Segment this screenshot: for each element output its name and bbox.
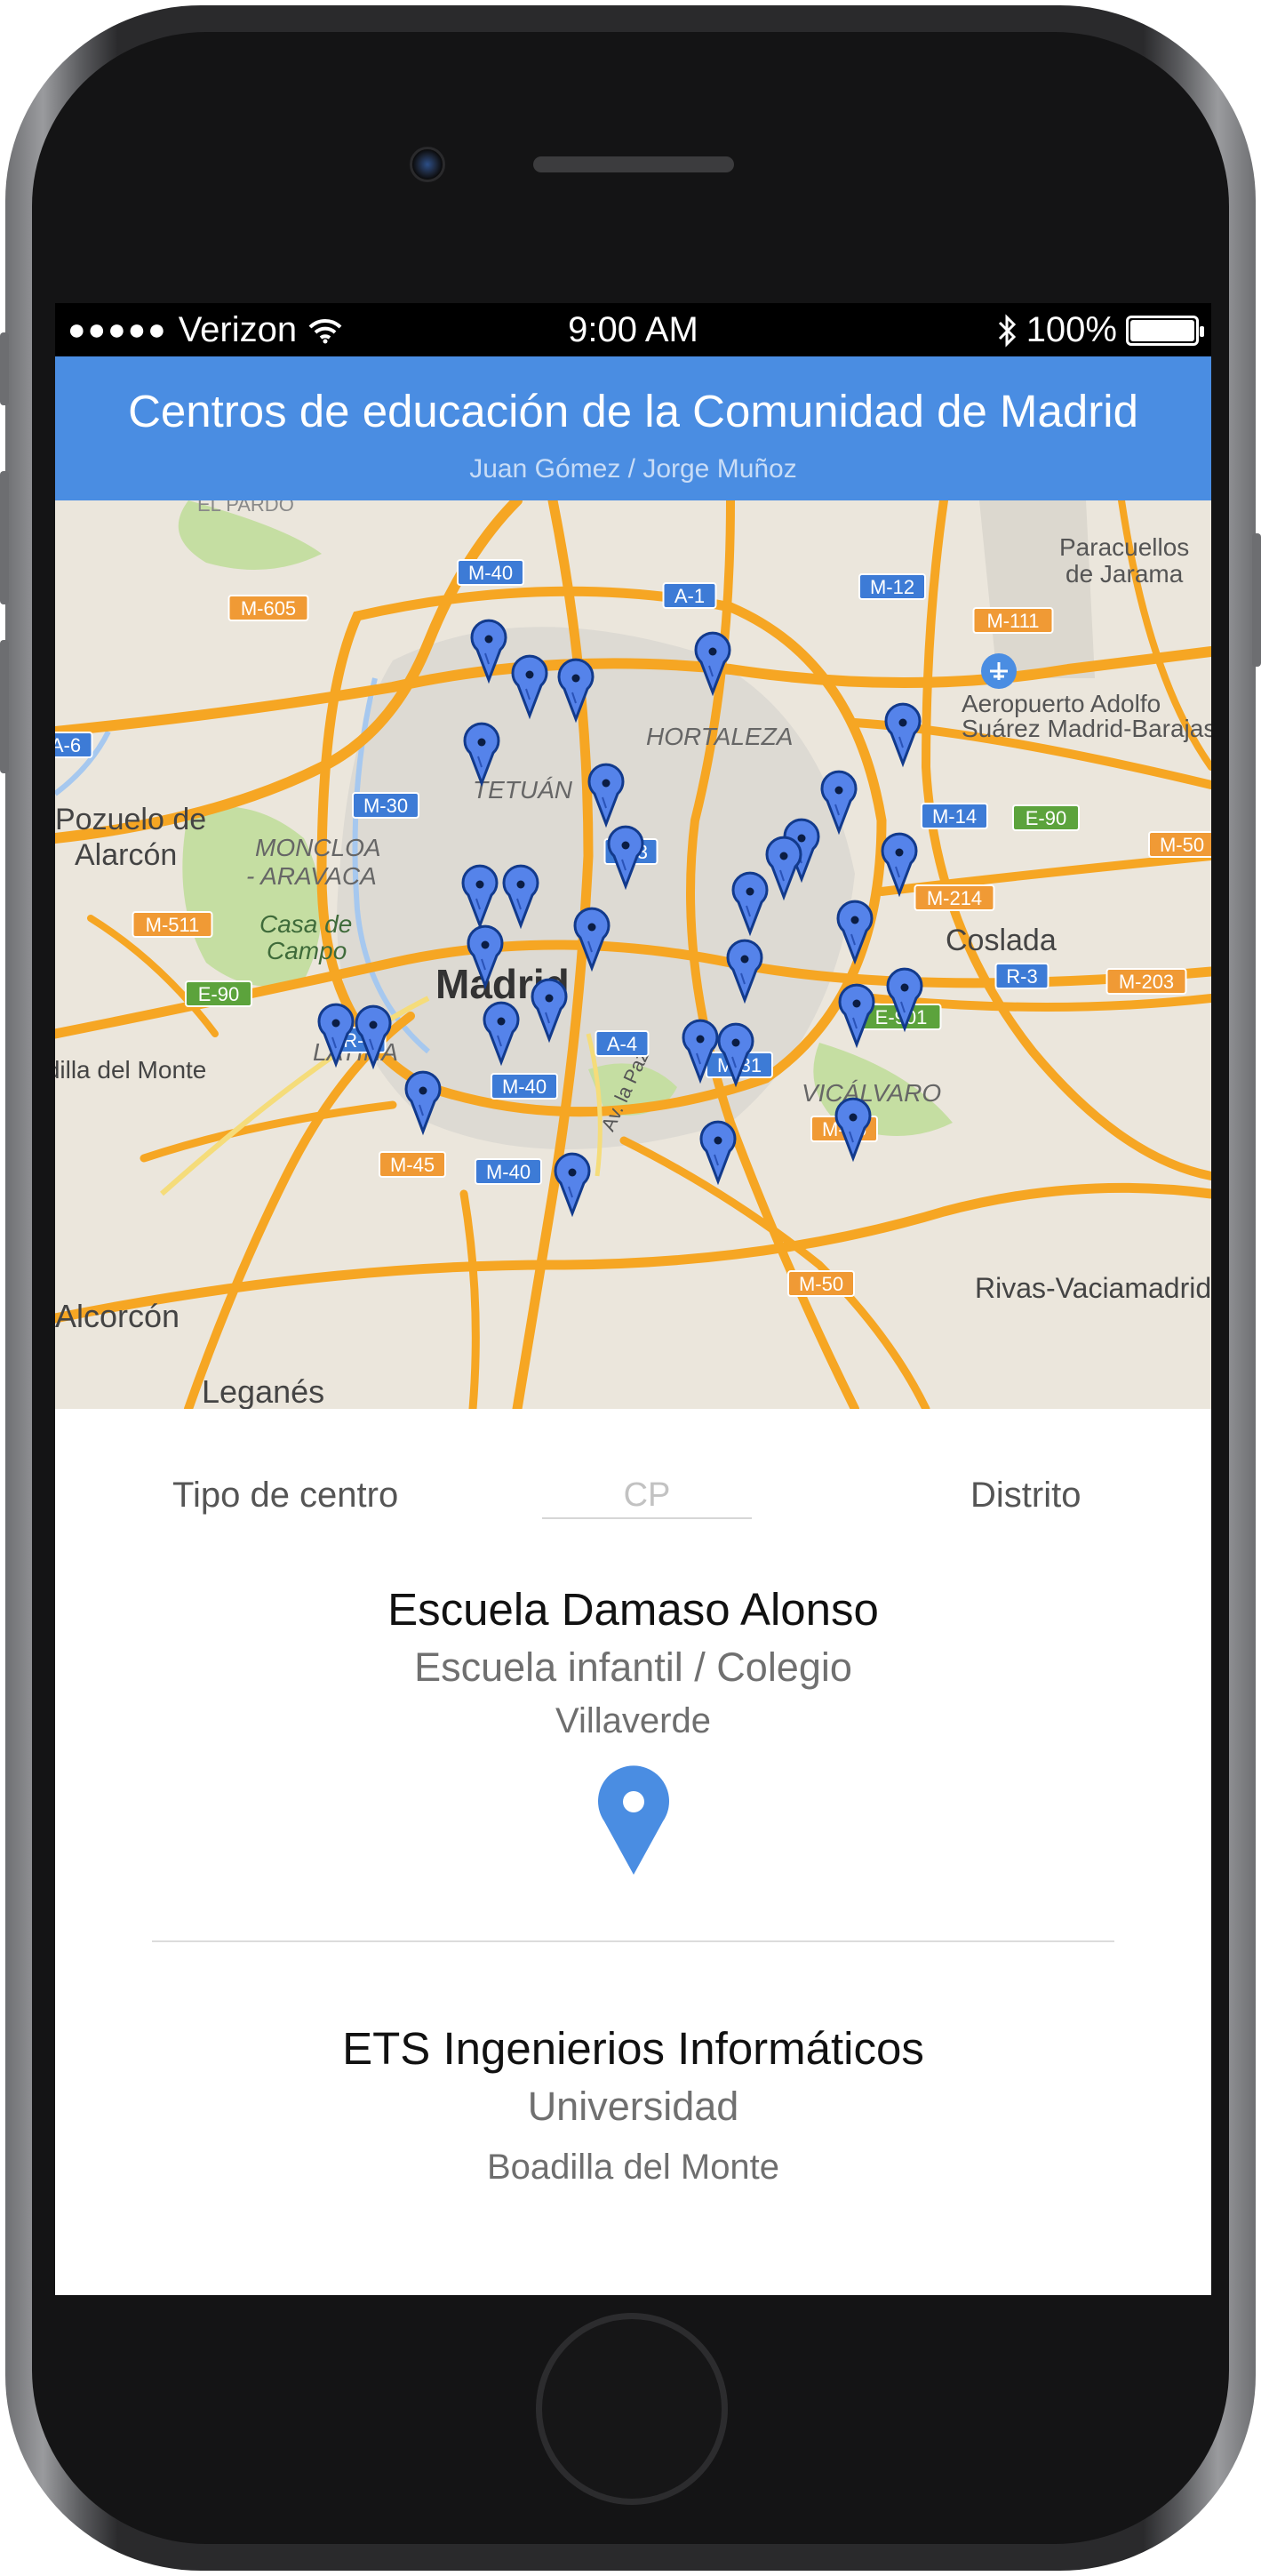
road-shield-label: M-50 bbox=[799, 1273, 843, 1295]
road-shield-label: M-40 bbox=[468, 562, 513, 584]
result-card-1[interactable]: Escuela Damaso Alonso Escuela infantil /… bbox=[55, 1583, 1211, 1879]
page-subtitle: Juan Gómez / Jorge Muñoz bbox=[469, 454, 797, 484]
map-label: - ARAVACA bbox=[246, 862, 377, 890]
road-shield-label: M-511 bbox=[146, 914, 200, 936]
status-right: 100% bbox=[996, 310, 1204, 350]
road-shield-label: M-605 bbox=[241, 597, 296, 620]
map-view[interactable]: EL PARDO Paracuellos de Jarama Aeropuert… bbox=[55, 500, 1211, 1409]
map-label: Coslada bbox=[946, 924, 1057, 957]
result-type: Universidad bbox=[527, 2084, 739, 2129]
road-shield-label: A-1 bbox=[674, 585, 705, 607]
home-button[interactable] bbox=[536, 2313, 728, 2505]
map-label: VICÁLVARO bbox=[802, 1079, 941, 1107]
map-label: MONCLOA bbox=[255, 834, 381, 861]
front-camera bbox=[410, 147, 445, 182]
road-shield-label: M-40 bbox=[502, 1076, 547, 1098]
map-label: Pozuelo de bbox=[55, 803, 206, 836]
stage: ●●●●● Verizon 9:00 AM 100% Centros de ed… bbox=[0, 0, 1261, 2576]
road-shield-label: E-90 bbox=[198, 983, 239, 1005]
road-shield-label: M-45 bbox=[390, 1154, 435, 1176]
map-label: Suárez Madrid-Barajas bbox=[962, 715, 1211, 742]
result-name: ETS Ingenierios Informáticos bbox=[342, 2023, 924, 2074]
app-screen: ●●●●● Verizon 9:00 AM 100% Centros de ed… bbox=[55, 303, 1211, 2295]
map-label: Alarcón bbox=[75, 838, 177, 872]
map-label: Alcorcón bbox=[55, 1298, 180, 1334]
map-label: Campo bbox=[267, 937, 347, 964]
map-label: TETUÁN bbox=[473, 776, 573, 804]
power-button bbox=[1252, 533, 1261, 667]
battery-percent: 100% bbox=[1026, 310, 1117, 349]
map-label: HORTALEZA bbox=[646, 723, 793, 750]
road-shield-label: A-4 bbox=[607, 1033, 637, 1055]
map-label: de Jarama bbox=[1065, 560, 1184, 588]
road-shield-label: M-203 bbox=[1119, 971, 1174, 993]
app-header: Centros de educación de la Comunidad de … bbox=[55, 356, 1211, 500]
result-location: Boadilla del Monte bbox=[486, 2148, 780, 2187]
road-shield-label: M-111 bbox=[986, 610, 1039, 632]
battery-fill bbox=[1130, 319, 1194, 341]
result-divider bbox=[152, 1940, 1114, 1942]
result-location: Villaverde bbox=[555, 1701, 711, 1740]
filter-distrito[interactable]: Distrito bbox=[970, 1476, 1081, 1516]
result-name: Escuela Damaso Alonso bbox=[387, 1584, 879, 1635]
map-label: Casa de bbox=[259, 910, 352, 938]
map-airport-area bbox=[979, 500, 1095, 678]
map-label: Leganés bbox=[202, 1373, 324, 1409]
road-shield-label: M-214 bbox=[927, 887, 982, 909]
mute-switch bbox=[0, 332, 9, 405]
road-shield-label: M-40 bbox=[486, 1161, 531, 1183]
map-label: Paracuellos bbox=[1059, 533, 1189, 561]
status-bar: ●●●●● Verizon 9:00 AM 100% bbox=[55, 303, 1211, 356]
map-airport-icon bbox=[981, 653, 1017, 689]
road-shield-label: M-30 bbox=[363, 795, 408, 817]
result-type: Escuela infantil / Colegio bbox=[414, 1644, 852, 1690]
map-label: Aeropuerto Adolfo bbox=[962, 690, 1161, 717]
road-shield-label: M-50 bbox=[1160, 834, 1204, 856]
volume-up-button bbox=[0, 471, 9, 604]
battery-icon bbox=[1126, 315, 1204, 346]
map-label: EL PARDO bbox=[197, 500, 294, 516]
road-shield-label: E-90 bbox=[1026, 807, 1066, 829]
earpiece-speaker bbox=[533, 156, 734, 172]
road-shield-label: M-12 bbox=[870, 576, 914, 598]
page-title: Centros de educación de la Comunidad de … bbox=[128, 386, 1138, 436]
map-label: Rivas-Vaciamadrid bbox=[975, 1272, 1211, 1304]
volume-down-button bbox=[0, 640, 9, 773]
map-label: Boadilla del Monte bbox=[55, 1056, 206, 1084]
filter-tipo-de-centro[interactable]: Tipo de centro bbox=[172, 1476, 398, 1516]
location-pin-icon[interactable] bbox=[596, 1764, 671, 1875]
postal-code-input[interactable] bbox=[542, 1473, 752, 1519]
road-shield-label: R-3 bbox=[1006, 965, 1037, 988]
filter-bar: Tipo de centro Distrito bbox=[55, 1409, 1211, 1542]
bluetooth-icon bbox=[998, 313, 1016, 348]
road-shield-label: A-6 bbox=[55, 734, 81, 756]
result-card-2[interactable]: ETS Ingenierios Informáticos Universidad… bbox=[55, 2022, 1211, 2188]
road-shield-label: M-14 bbox=[932, 805, 977, 828]
